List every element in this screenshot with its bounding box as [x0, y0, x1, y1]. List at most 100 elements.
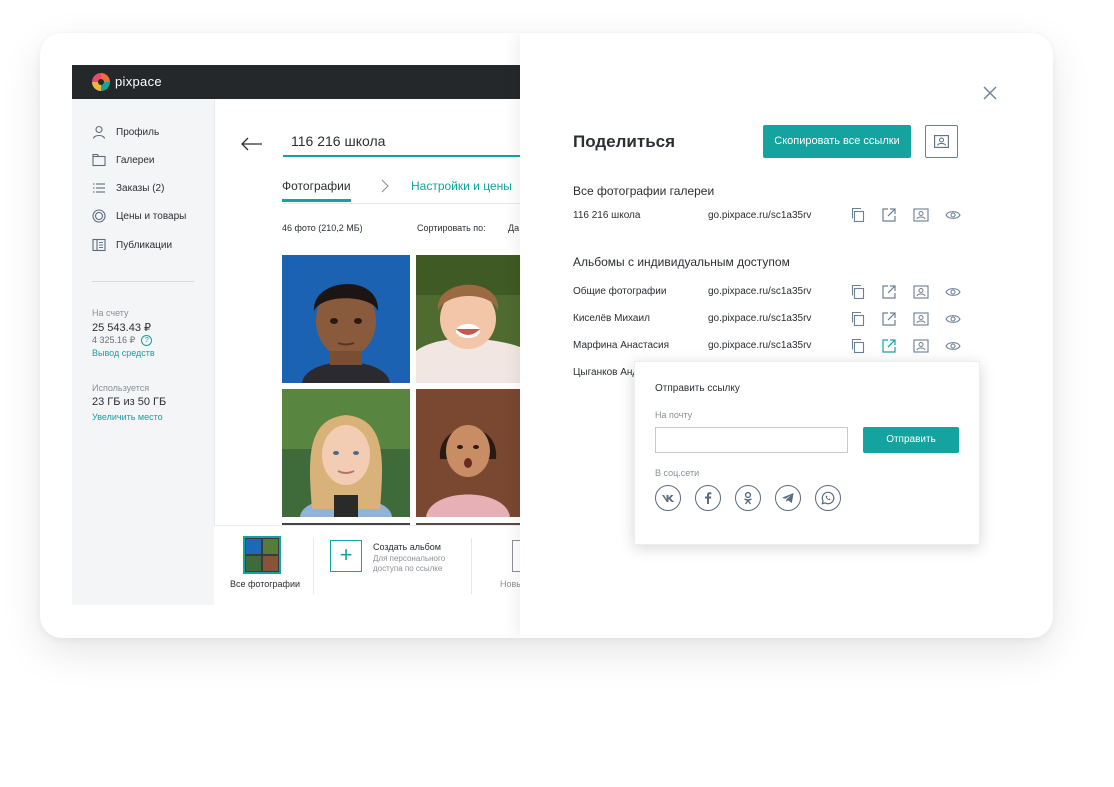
sidebar-item-label: Заказы (2) — [116, 182, 165, 194]
all-photos-thumbnail[interactable] — [243, 536, 281, 574]
row-link[interactable]: go.pixpace.ru/sc1a35rv — [708, 340, 811, 351]
sidebar-item-orders[interactable]: Заказы (2) — [92, 179, 164, 197]
storage-value: 23 ГБ из 50 ГБ — [92, 396, 167, 408]
publication-icon — [92, 238, 106, 252]
sidebar-item-galleries[interactable]: Галереи — [92, 151, 155, 169]
row-name: 116 216 школа — [573, 210, 641, 221]
photo-boy-image — [282, 255, 410, 383]
sidebar-item-label: Публикации — [116, 239, 173, 251]
balance-label: На счету — [92, 308, 129, 318]
divider — [313, 538, 314, 594]
sidebar-item-publications[interactable]: Публикации — [92, 236, 172, 254]
all-photos-image — [245, 538, 279, 572]
send-link-popup: Отправить ссылку На почту Отправить В со… — [634, 361, 980, 545]
create-album-subtitle: Для персонального доступа по ссылке — [373, 554, 446, 573]
copy-icon[interactable] — [850, 207, 866, 223]
sidebar-item-label: Цены и товары — [116, 210, 187, 222]
sidebar-item-label: Профиль — [116, 126, 160, 138]
open-link-icon[interactable] — [881, 207, 897, 223]
row-link[interactable]: go.pixpace.ru/sc1a35rv — [708, 313, 811, 324]
sidebar: Профиль Галереи Заказы (2) Цены и товары… — [72, 99, 215, 605]
telegram-icon — [782, 493, 794, 503]
photo-girl-surprised-image — [416, 389, 520, 517]
row-name: Киселёв Михаил — [573, 313, 650, 324]
open-link-icon[interactable] — [881, 338, 897, 354]
photo-girl-grass-image — [416, 255, 520, 383]
row-name: Марфина Анастасия — [573, 340, 670, 351]
contact-card-button[interactable] — [925, 125, 958, 158]
balance-value: 25 543.43 ₽ — [92, 322, 151, 334]
sidebar-item-prices[interactable]: Цены и товары — [92, 207, 186, 225]
withdraw-link[interactable]: Вывод средств — [92, 348, 155, 358]
share-odnoklassniki-button[interactable] — [735, 485, 761, 511]
contact-card-icon[interactable] — [913, 207, 929, 223]
sort-label: Сортировать по: — [417, 223, 486, 233]
increase-storage-link[interactable]: Увеличить место — [92, 412, 163, 422]
odnoklassniki-icon — [744, 491, 752, 505]
close-icon[interactable] — [982, 85, 998, 101]
row-name: Общие фотографии — [573, 286, 667, 297]
back-arrow-icon[interactable] — [241, 137, 263, 151]
copy-icon[interactable] — [850, 284, 866, 300]
share-telegram-button[interactable] — [775, 485, 801, 511]
all-photos-label: Все фотографии — [230, 579, 301, 589]
popup-title: Отправить ссылку — [655, 383, 740, 394]
top-bar: pixpace — [72, 65, 520, 99]
price-icon — [92, 209, 106, 223]
create-album-button[interactable]: + — [330, 540, 362, 572]
tab-settings-prices[interactable]: Настройки и цены — [411, 179, 512, 193]
photo-girl-blonde-image — [282, 389, 410, 517]
eye-icon[interactable] — [945, 338, 961, 354]
photo-thumbnail[interactable] — [416, 389, 520, 517]
share-whatsapp-button[interactable] — [815, 485, 841, 511]
logo-text: pixpace — [115, 74, 162, 89]
photo-count: 46 фото (210,2 МБ) — [282, 223, 363, 233]
gallery-title-input[interactable]: 116 216 школа — [283, 125, 520, 157]
product-card: pixpace Профиль Галереи Заказы (2) Цены … — [40, 33, 1053, 638]
tab-photos[interactable]: Фотографии — [282, 179, 351, 202]
divider — [471, 538, 472, 594]
tabs-divider — [282, 203, 520, 204]
whatsapp-icon — [821, 491, 835, 505]
user-icon — [92, 125, 106, 139]
social-label: В соц.сети — [655, 468, 700, 478]
share-vk-button[interactable] — [655, 485, 681, 511]
share-facebook-button[interactable] — [695, 485, 721, 511]
sort-select[interactable]: Да — [508, 223, 519, 233]
help-icon[interactable]: ? — [141, 335, 153, 346]
albums-bar: Все фотографии + Создать альбом Для перс… — [214, 525, 520, 605]
albums-section-title: Альбомы с индивидуальным доступом — [573, 255, 790, 269]
contact-card-icon — [934, 135, 949, 148]
row-link[interactable]: go.pixpace.ru/sc1a35rv — [708, 286, 811, 297]
row-link[interactable]: go.pixpace.ru/sc1a35rv — [708, 210, 811, 221]
eye-icon[interactable] — [945, 207, 961, 223]
balance-sub: 4 325.16 ₽ ? — [92, 335, 153, 346]
photo-thumbnail[interactable] — [282, 255, 410, 383]
storage-label: Используется — [92, 383, 150, 393]
contact-card-icon[interactable] — [913, 284, 929, 300]
app-window: pixpace Профиль Галереи Заказы (2) Цены … — [72, 65, 520, 605]
share-title: Поделиться — [573, 132, 676, 151]
eye-icon[interactable] — [945, 284, 961, 300]
photo-thumbnail[interactable] — [416, 255, 520, 383]
folder-icon — [92, 153, 106, 167]
sidebar-divider — [92, 281, 194, 282]
contact-card-icon[interactable] — [913, 338, 929, 354]
open-link-icon[interactable] — [881, 311, 897, 327]
open-link-icon[interactable] — [881, 284, 897, 300]
balance-sub-value: 4 325.16 ₽ — [92, 335, 136, 345]
copy-all-links-button[interactable]: Скопировать все ссылки — [763, 125, 911, 158]
chevron-right-icon — [381, 179, 389, 193]
sidebar-item-profile[interactable]: Профиль — [92, 123, 159, 141]
send-button[interactable]: Отправить — [863, 427, 959, 453]
email-input[interactable] — [655, 427, 848, 453]
contact-card-icon[interactable] — [913, 311, 929, 327]
album-label: Новы — [500, 579, 520, 589]
photo-thumbnail[interactable] — [282, 389, 410, 517]
copy-icon[interactable] — [850, 338, 866, 354]
album-tile[interactable] — [512, 540, 520, 572]
copy-icon[interactable] — [850, 311, 866, 327]
logo-icon — [92, 73, 110, 91]
email-label: На почту — [655, 410, 693, 420]
eye-icon[interactable] — [945, 311, 961, 327]
